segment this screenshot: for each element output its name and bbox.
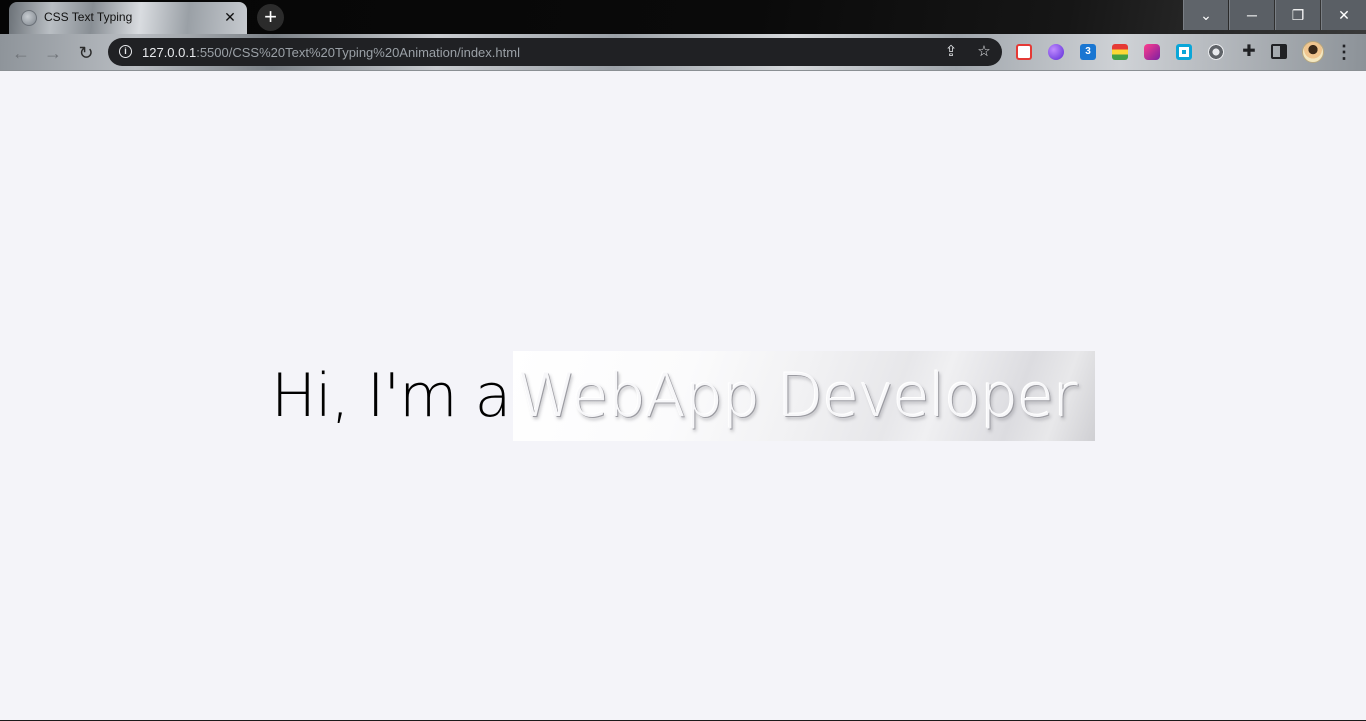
minimize-button[interactable]: ─ <box>1229 0 1274 30</box>
close-window-button[interactable]: ✕ <box>1321 0 1366 30</box>
side-panel-icon[interactable] <box>1271 44 1287 59</box>
page-content: Hi, I'm a WebApp Developer <box>0 71 1366 721</box>
globe-favicon-icon <box>21 10 37 26</box>
forward-button[interactable]: → <box>40 40 66 66</box>
site-info-icon[interactable]: i <box>119 45 132 58</box>
new-tab-button[interactable]: + <box>257 4 284 31</box>
typed-role-text: WebApp Developer <box>517 361 1078 431</box>
greeting-text: Hi, I'm a <box>271 361 511 431</box>
address-bar[interactable]: i 127.0.0.1:5500/CSS%20Text%20Typing%20A… <box>108 38 1002 66</box>
url-path: :5500/CSS%20Text%20Typing%20Animation/in… <box>196 45 520 60</box>
tab-close-icon[interactable]: ✕ <box>221 8 239 26</box>
reload-button[interactable]: ↻ <box>73 40 99 66</box>
bookmark-star-icon[interactable]: ☆ <box>975 43 993 61</box>
pink-ext-icon[interactable] <box>1144 44 1160 60</box>
tab-title: CSS Text Typing <box>44 10 133 24</box>
tab-search-button[interactable]: ⌄ <box>1183 0 1228 30</box>
color-bars-ext-icon[interactable] <box>1112 44 1128 60</box>
typed-text-highlight: WebApp Developer <box>513 351 1095 441</box>
purple-orb-ext-icon[interactable] <box>1048 44 1064 60</box>
browser-toolbar: ← → ↻ i 127.0.0.1:5500/CSS%20Text%20Typi… <box>0 34 1366 71</box>
back-button[interactable]: ← <box>8 40 34 66</box>
window-ext-icon[interactable] <box>1176 44 1192 60</box>
restore-button[interactable]: ❐ <box>1275 0 1320 30</box>
gear-ext-icon[interactable] <box>1208 44 1224 60</box>
url-text[interactable]: 127.0.0.1:5500/CSS%20Text%20Typing%20Ani… <box>142 45 520 60</box>
active-tab[interactable]: CSS Text Typing ✕ <box>9 2 247 34</box>
share-icon[interactable]: ⇪ <box>942 43 960 61</box>
tab-strip: CSS Text Typing ✕ + ⌄ ─ ❐ ✕ <box>0 0 1366 34</box>
more-menu-icon[interactable]: ⋮ <box>1334 41 1354 63</box>
calendar-ext-icon[interactable] <box>1016 44 1032 60</box>
css3-ext-icon[interactable]: 3 <box>1080 44 1096 60</box>
profile-avatar[interactable] <box>1302 41 1324 63</box>
extensions-puzzle-icon[interactable]: ✚ <box>1239 42 1259 62</box>
url-host: 127.0.0.1 <box>142 45 197 60</box>
